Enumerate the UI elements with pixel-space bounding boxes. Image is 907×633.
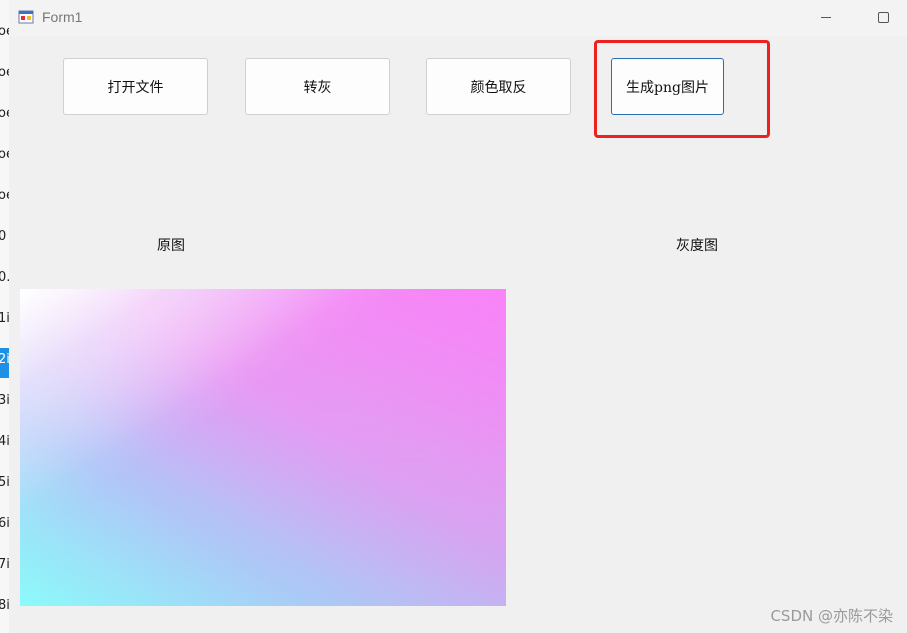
maximize-button[interactable] xyxy=(860,0,906,34)
background-text-fragment: 5i xyxy=(0,475,9,490)
background-text-fragment: 8i xyxy=(0,598,9,613)
background-text-fragment: 1i xyxy=(0,311,9,326)
title-bar[interactable]: Form1 xyxy=(9,0,907,36)
open-file-button[interactable]: 打开文件 xyxy=(63,58,208,115)
background-text-fragment: 4i xyxy=(0,434,9,449)
csdn-watermark: CSDN @亦陈不染 xyxy=(770,607,893,625)
background-text-fragment: oe xyxy=(0,188,9,203)
minimize-button[interactable] xyxy=(803,0,849,34)
grayscale-image-label: 灰度图 xyxy=(676,238,718,254)
background-text-fragment: oe xyxy=(0,106,9,121)
background-text-fragment: 0. xyxy=(0,270,9,285)
original-image-label: 原图 xyxy=(157,238,185,254)
form-app-icon xyxy=(18,9,34,25)
maximize-icon xyxy=(877,11,889,23)
background-text-fragment: oe xyxy=(0,65,9,80)
minimize-icon xyxy=(821,16,831,18)
background-text-fragment: oe xyxy=(0,147,9,162)
window-title: Form1 xyxy=(42,9,83,25)
invert-color-button[interactable]: 颜色取反 xyxy=(426,58,571,115)
to-gray-button[interactable]: 转灰 xyxy=(245,58,390,115)
background-window-strip: oe oe oe oe oe 0 0. 1i 2i 3i 4i 5i 6i 7i… xyxy=(0,0,9,633)
window-root: oe oe oe oe oe 0 0. 1i 2i 3i 4i 5i 6i 7i… xyxy=(0,0,907,633)
background-text-fragment: 0 xyxy=(0,229,7,244)
background-text-fragment: 7i xyxy=(0,557,9,572)
background-text-fragment: 3i xyxy=(0,393,9,408)
background-text-fragment: 6i xyxy=(0,516,9,531)
background-text-fragment: oe xyxy=(0,24,9,39)
highlight-annotation-box xyxy=(594,40,770,138)
original-picture-box xyxy=(20,289,506,606)
background-text-fragment: 2i xyxy=(0,352,9,367)
